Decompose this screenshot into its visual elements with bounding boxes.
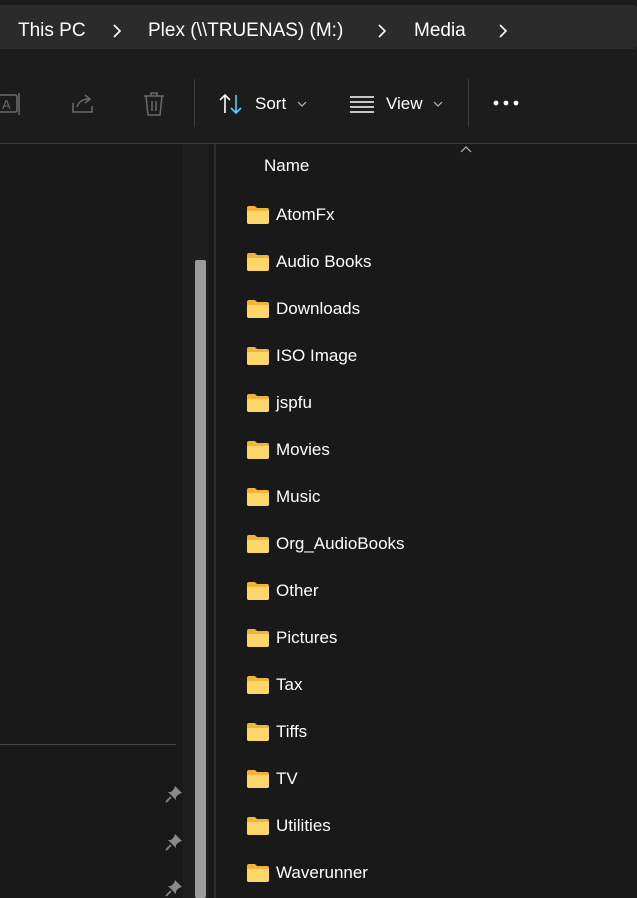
file-name: Org_AudioBooks bbox=[276, 534, 405, 553]
chevron-down-icon bbox=[433, 101, 443, 107]
list-item[interactable]: Pictures bbox=[240, 620, 620, 660]
toolbar-separator bbox=[468, 79, 469, 127]
list-item[interactable]: Other bbox=[240, 573, 620, 613]
folder-icon bbox=[247, 347, 269, 365]
nav-divider bbox=[0, 744, 176, 745]
file-name: Movies bbox=[276, 440, 330, 459]
file-name: Utilities bbox=[276, 816, 331, 835]
folder-icon bbox=[247, 441, 269, 459]
nav-scrollbar-thumb[interactable] bbox=[195, 260, 206, 898]
sort-label: Sort bbox=[255, 94, 287, 113]
pin-icon[interactable] bbox=[164, 784, 184, 804]
file-name: TV bbox=[276, 769, 298, 788]
file-name: Music bbox=[276, 487, 321, 506]
folder-icon bbox=[247, 770, 269, 788]
folder-icon bbox=[247, 676, 269, 694]
pin-icon[interactable] bbox=[164, 878, 184, 898]
list-item[interactable]: Music bbox=[240, 479, 620, 519]
folder-icon bbox=[247, 253, 269, 271]
sort-icon bbox=[219, 93, 242, 115]
view-button[interactable]: View bbox=[340, 81, 455, 127]
file-name: ISO Image bbox=[276, 346, 358, 365]
folder-icon bbox=[247, 723, 269, 741]
list-item[interactable]: Movies bbox=[240, 432, 620, 472]
folder-icon bbox=[247, 629, 269, 647]
toolbar-separator bbox=[194, 79, 195, 127]
file-name: Audio Books bbox=[276, 252, 372, 271]
list-item[interactable]: TV bbox=[240, 761, 620, 801]
list-item[interactable]: Tax bbox=[240, 667, 620, 707]
folder-icon bbox=[247, 394, 269, 412]
pane-divider[interactable] bbox=[214, 144, 216, 898]
breadcrumb-item-plex-drive[interactable]: Plex (\\TRUENAS) (M:) bbox=[148, 19, 343, 43]
column-header-name[interactable]: Name bbox=[264, 156, 309, 176]
file-name: Downloads bbox=[276, 299, 361, 318]
list-item[interactable]: Downloads bbox=[240, 291, 620, 331]
folder-icon bbox=[247, 535, 269, 553]
file-name: Tiffs bbox=[276, 722, 308, 741]
list-item[interactable]: AtomFx bbox=[240, 197, 620, 237]
pin-icon[interactable] bbox=[164, 832, 184, 852]
more-icon[interactable] bbox=[491, 97, 521, 109]
folder-icon bbox=[247, 206, 269, 224]
view-label: View bbox=[386, 94, 423, 113]
delete-icon[interactable] bbox=[141, 90, 167, 118]
file-name: AtomFx bbox=[276, 205, 335, 224]
sort-ascending-icon bbox=[460, 146, 472, 153]
share-icon[interactable] bbox=[70, 91, 96, 117]
command-bar: A Sort View bbox=[0, 53, 637, 144]
file-name: Pictures bbox=[276, 628, 338, 647]
breadcrumb-item-this-pc[interactable]: This PC bbox=[18, 19, 86, 43]
chevron-down-icon bbox=[297, 101, 307, 107]
list-item[interactable]: Audio Books bbox=[240, 244, 620, 284]
svg-text:A: A bbox=[2, 97, 11, 112]
folder-icon bbox=[247, 488, 269, 506]
view-icon bbox=[350, 96, 374, 113]
list-item[interactable]: Utilities bbox=[240, 808, 620, 848]
list-item[interactable]: ISO Image bbox=[240, 338, 620, 378]
breadcrumb-item-media[interactable]: Media bbox=[414, 19, 466, 43]
chevron-right-icon[interactable] bbox=[108, 22, 126, 40]
list-item[interactable]: Org_AudioBooks bbox=[240, 526, 620, 566]
sort-button[interactable]: Sort bbox=[210, 81, 315, 127]
address-bar: This PC Plex (\\TRUENAS) (M:) Media bbox=[0, 0, 637, 53]
file-name: jspfu bbox=[276, 393, 312, 412]
list-item[interactable]: Tiffs bbox=[240, 714, 620, 754]
chevron-right-icon[interactable] bbox=[494, 22, 512, 40]
chevron-right-icon[interactable] bbox=[373, 22, 391, 40]
list-item[interactable]: jspfu bbox=[240, 385, 620, 425]
folder-icon bbox=[247, 864, 269, 882]
folder-icon bbox=[247, 817, 269, 835]
folder-icon bbox=[247, 300, 269, 318]
list-item[interactable]: Waverunner bbox=[240, 855, 620, 895]
file-name: Waverunner bbox=[276, 863, 368, 882]
rename-icon[interactable]: A bbox=[0, 91, 24, 117]
file-name: Other bbox=[276, 581, 319, 600]
file-name: Tax bbox=[276, 675, 303, 694]
breadcrumb[interactable]: This PC Plex (\\TRUENAS) (M:) Media bbox=[0, 5, 637, 49]
folder-icon bbox=[247, 582, 269, 600]
